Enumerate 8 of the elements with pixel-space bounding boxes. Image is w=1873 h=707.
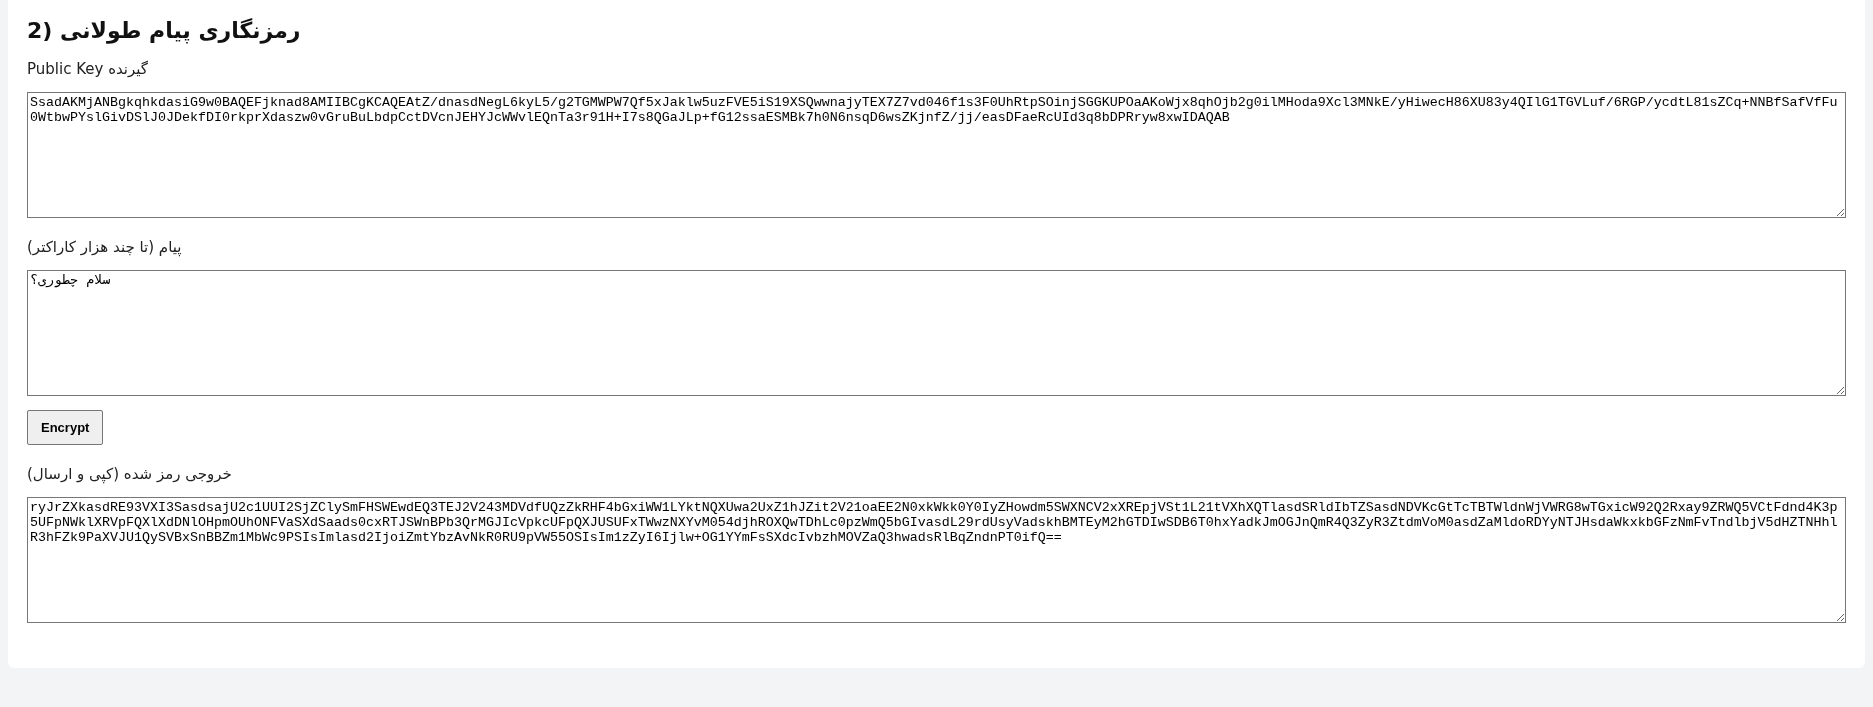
field-label: پیام (تا چند هزار کاراکتر)	[27, 238, 182, 256]
page-heading: رمزنگاری پیام طولانی (2	[27, 18, 301, 43]
encrypt-button[interactable]: Encrypt	[27, 410, 104, 445]
field-label: خروجی رمز شده (کپی و ارسال)	[27, 465, 232, 483]
field-label: Public Key گیرنده	[27, 60, 148, 78]
text-area[interactable]: سلام چطوری؟	[27, 270, 1846, 396]
text-area[interactable]: SsadAKMjANBgkqhkdasiG9w0BAQEFjknad8AMIIBCgKCAQEAtZ/dnasdNegL6kyL5/g2TGMWPW7Qf5xJaklw5uzFVE5iS19XSQwwnajyTEX7Z7vd046f1s3F0UhRtpSOinjSGGKUPOaAKoWjx8qhOjb2g0ilMHoda9Xcl3MNkE/yHiwecH86XU83y4QIlG1TGVLuf/6RGP/ycdtL81sZCq+NNBfSafVfFu0WtbwPYslGivDSlJ0JDekfDI0rkprXdaszw0vGruBuLbdpCctDVcnJEHYJcWWvlEQnTa3r91H+I7s8QGaJLp+fG12ssaESMBk7h0N6nsqD6wsZKjnfZ/jj/easDFaeRcUId3q8bDPRryw8xwIDAQAB	[27, 92, 1846, 218]
text-area[interactable]: ryJrZXkasdRE93VXI3SasdsajU2c1UUI2SjZClySmFHSWEwdEQ3TEJ2V243MDVdfUQzZkRHF4bGxiWW1LYktNQXUwa2UxZ1hJZit2V21oaEE2N0xkWkk0Y0IyZHowdm5SWXNCV2xXREpjVSt1L21tVXhXQTlasdSRldIbTZSasdNDVKcGtTcTBTWldnWjVWRG8wTGxicW92Q2Rxay9ZRWQ5VCtFdnd4K3p5UFpNWklXRVpFQXlXdDNlOHpmOUhONFVaSXdSaads0cxRTJSWnBPb3QrMGJIcVpkcUFpQXJUSUFxTWwzNXYvM054djhROXQwTDhLc0pzWmQ5bGIvasdL29rdUsyVadskhBMTEyM2hGTDIwSDB6T0hxYadkJmOGJnQmR4Q3ZyR3ZtdmVoM0asdZaMldoRDYyNTJHsdaWkxkbGFzNmFvTndlbjV5dHZTNHhlR3hFZk9PaXVJU1QySVBxSnBBZm1MbWc9PSIsImlasd2IjoiZmtYbzAvNkR0RU9pVW55OSIsIm1zZyI6Ijlw+OG1YYmFsSXdcIvbzhMOVZaQ3hwadsRlBqZndnPT0ifQ==	[27, 497, 1846, 623]
